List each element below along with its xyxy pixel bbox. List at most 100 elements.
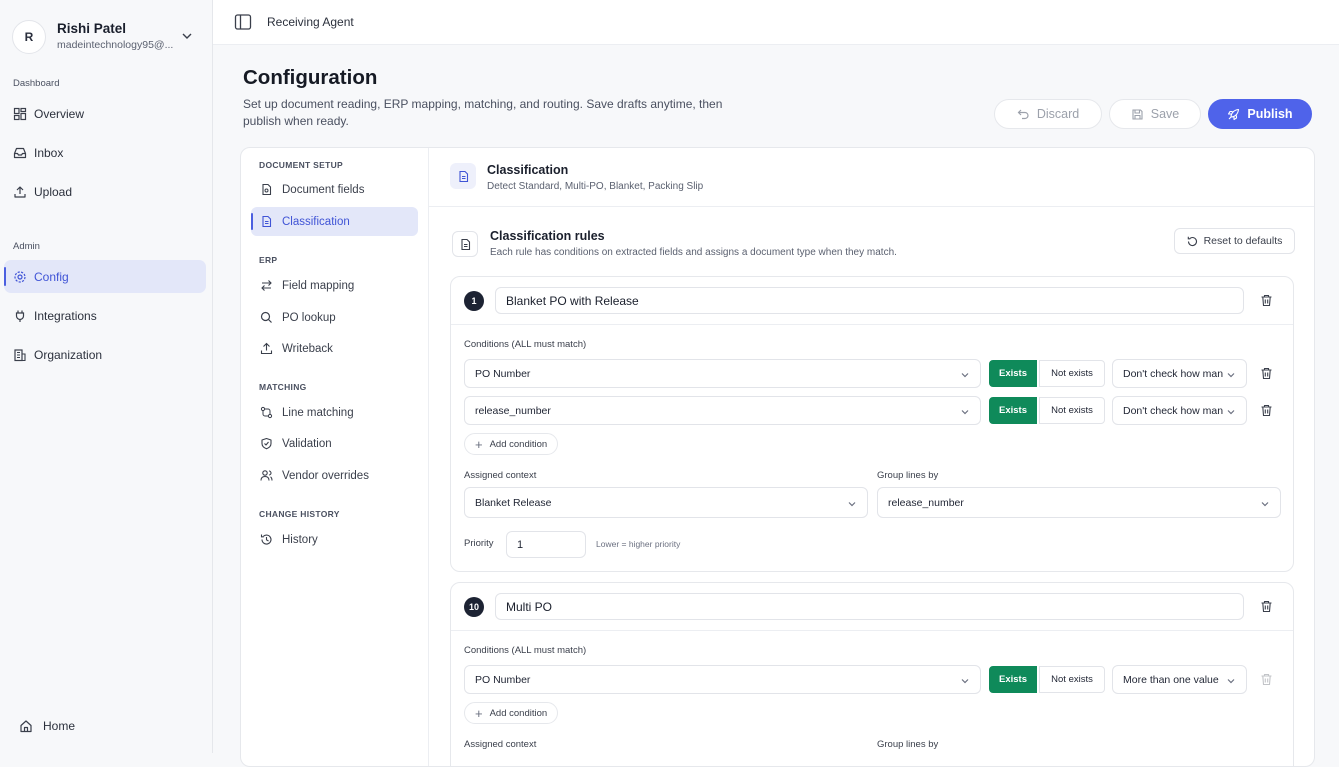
rule-name-input[interactable]: Multi PO (495, 593, 1244, 620)
assigned-context-select[interactable]: Blanket Release (464, 487, 868, 518)
exists-button[interactable]: Exists (989, 360, 1037, 387)
condition-field-value: PO Number (475, 673, 531, 686)
condition-field-select[interactable]: PO Number (464, 359, 981, 388)
sidebar-item-label: Overview (34, 106, 85, 121)
subnav-item-label: Writeback (282, 342, 333, 355)
sidebar: R Rishi Patel madeintechnology95@... Das… (0, 0, 213, 753)
search-icon (260, 311, 273, 324)
page-title: Configuration (243, 66, 378, 89)
sidebar-item-inbox[interactable]: Inbox (4, 136, 206, 169)
sidebar-item-upload[interactable]: Upload (4, 175, 206, 208)
subnav-item-label: History (282, 533, 318, 546)
shield-check-icon (260, 437, 273, 450)
subnav-item-label: Validation (282, 437, 332, 450)
discard-button[interactable]: Discard (994, 99, 1102, 129)
sidebar-item-label: Integrations (34, 308, 97, 323)
sidebar-item-organization[interactable]: Organization (4, 338, 206, 371)
inbox-icon (13, 146, 27, 160)
subnav-item-history[interactable]: History (251, 525, 418, 554)
condition-field-value: PO Number (475, 367, 531, 380)
home-icon (19, 719, 33, 733)
sidebar-toggle-icon[interactable] (234, 13, 252, 31)
subnav-section-change-history: CHANGE HISTORY (259, 509, 340, 519)
condition-field-select[interactable]: release_number (464, 396, 981, 425)
add-condition-label: Add condition (489, 707, 548, 719)
subnav-item-line-matching[interactable]: Line matching (251, 398, 418, 427)
rule-name-input[interactable]: Blanket PO with Release (495, 287, 1244, 314)
not-exists-button[interactable]: Not exists (1039, 397, 1105, 424)
count-select[interactable]: More than one value (1112, 665, 1247, 694)
subnav-item-label: Field mapping (282, 279, 355, 292)
rule-number-badge: 1 (464, 291, 484, 311)
delete-rule-icon[interactable] (1260, 294, 1273, 307)
count-select[interactable]: Don't check how many (1112, 396, 1247, 425)
plus-icon: + (475, 705, 483, 721)
document-icon (260, 215, 273, 228)
count-value: More than one value (1123, 673, 1219, 686)
divider (429, 206, 1314, 207)
exists-button[interactable]: Exists (989, 666, 1037, 693)
chevron-down-icon (1226, 676, 1236, 686)
delete-condition-icon[interactable] (1260, 367, 1273, 380)
chevron-down-icon (960, 676, 970, 686)
rule-number-badge: 10 (464, 597, 484, 617)
git-compare-icon (260, 406, 273, 419)
subnav-item-po-lookup[interactable]: PO lookup (251, 303, 418, 332)
assigned-context-value: Blanket Release (475, 496, 552, 509)
count-select[interactable]: Don't check how many (1112, 359, 1247, 388)
avatar[interactable]: R (12, 20, 46, 54)
not-exists-button[interactable]: Not exists (1039, 360, 1105, 387)
save-icon (1131, 108, 1144, 121)
subnav-section-erp: ERP (259, 255, 278, 265)
subnav-item-label: Document fields (282, 183, 365, 196)
chevron-down-icon[interactable] (181, 30, 193, 42)
save-button[interactable]: Save (1109, 99, 1201, 129)
history-icon (260, 533, 273, 546)
group-lines-select[interactable]: release_number (877, 487, 1281, 518)
publish-button[interactable]: Publish (1208, 99, 1312, 129)
sidebar-item-label: Organization (34, 347, 103, 362)
grid-icon (13, 107, 27, 121)
add-condition-button[interactable]: + Add condition (464, 433, 559, 455)
undo-icon (1017, 108, 1030, 121)
not-exists-button[interactable]: Not exists (1039, 666, 1105, 693)
reset-defaults-button[interactable]: Reset to defaults (1174, 228, 1295, 254)
top-bar: Receiving Agent (213, 0, 1339, 45)
subnav-item-label: Line matching (282, 406, 354, 419)
priority-input[interactable]: 1 (506, 531, 586, 558)
sidebar-item-overview[interactable]: Overview (4, 97, 206, 130)
sidebar-item-label: Config (34, 269, 69, 284)
add-condition-label: Add condition (489, 438, 548, 450)
plug-icon (13, 309, 27, 323)
sidebar-item-home[interactable]: Home (10, 709, 200, 742)
sidebar-item-integrations[interactable]: Integrations (4, 299, 206, 332)
chevron-down-icon (847, 499, 857, 509)
rules-title: Classification rules (490, 229, 605, 243)
section-label-admin: Admin (13, 241, 40, 252)
sidebar-item-config[interactable]: Config (4, 260, 206, 293)
document-icon (452, 231, 478, 257)
subnav-item-label: PO lookup (282, 311, 336, 324)
assigned-context-label: Assigned context (464, 739, 537, 750)
subnav-item-classification[interactable]: Classification (251, 207, 418, 236)
chevron-down-icon (1226, 407, 1236, 417)
delete-rule-icon[interactable] (1260, 600, 1273, 613)
upload-icon (13, 185, 27, 199)
document-search-icon (260, 183, 273, 196)
group-lines-label: Group lines by (877, 470, 939, 481)
subnav-item-vendor-overrides[interactable]: Vendor overrides (251, 461, 418, 490)
subnav-item-validation[interactable]: Validation (251, 429, 418, 458)
user-email[interactable]: madeintechnology95@... (57, 39, 173, 51)
exists-toggle: Exists Not exists (989, 666, 1105, 693)
subnav-item-field-mapping[interactable]: Field mapping (251, 271, 418, 300)
subnav-item-writeback[interactable]: Writeback (251, 334, 418, 363)
condition-field-select[interactable]: PO Number (464, 665, 981, 694)
exists-button[interactable]: Exists (989, 397, 1037, 424)
discard-label: Discard (1036, 107, 1080, 121)
user-name[interactable]: Rishi Patel (57, 21, 126, 36)
classification-content: Classification Detect Standard, Multi-PO… (429, 148, 1314, 766)
subnav-item-document-fields[interactable]: Document fields (251, 175, 418, 204)
users-icon (260, 469, 273, 482)
delete-condition-icon[interactable] (1260, 404, 1273, 417)
add-condition-button[interactable]: + Add condition (464, 702, 559, 724)
